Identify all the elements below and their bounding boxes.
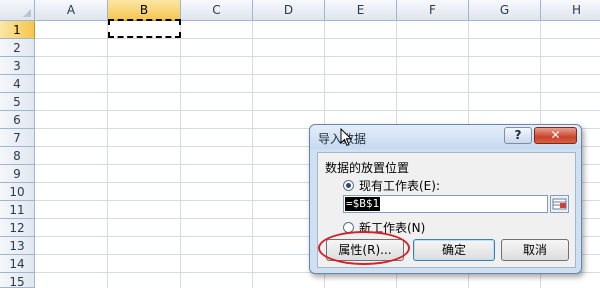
mouse-cursor-icon <box>340 128 352 147</box>
placement-group-label: 数据的放置位置 <box>325 161 410 175</box>
row-header-3[interactable]: 3 <box>0 57 35 75</box>
annotation-highlight-ellipse <box>318 231 410 265</box>
select-all-triangle-icon <box>23 9 31 17</box>
grid-line <box>35 74 600 75</box>
column-header-d[interactable]: D <box>253 0 325 21</box>
column-header-h[interactable]: H <box>541 0 600 21</box>
row-header-12[interactable]: 12 <box>0 219 35 237</box>
row-header-13[interactable]: 13 <box>0 237 35 255</box>
column-header-c[interactable]: C <box>181 0 253 21</box>
row-header-2[interactable]: 2 <box>0 39 35 57</box>
column-header-g[interactable]: G <box>469 0 541 21</box>
row-header-11[interactable]: 11 <box>0 201 35 219</box>
grid-line <box>35 56 600 57</box>
row-header-7[interactable]: 7 <box>0 129 35 147</box>
cancel-button[interactable]: 取消 <box>501 239 569 261</box>
row-header-10[interactable]: 10 <box>0 183 35 201</box>
row-header-15[interactable]: 15 <box>0 273 35 288</box>
close-button[interactable]: ✕ <box>534 127 577 144</box>
range-input-value: =$B$1 <box>345 197 381 211</box>
row-header-8[interactable]: 8 <box>0 147 35 165</box>
radio-existing-worksheet[interactable]: 现有工作表(E): <box>343 177 440 194</box>
radio-existing-label: 现有工作表(E): <box>359 179 440 193</box>
row-header-9[interactable]: 9 <box>0 165 35 183</box>
grid-line <box>35 38 600 39</box>
ok-button[interactable]: 确定 <box>413 239 495 261</box>
selected-cell-b1[interactable] <box>108 19 181 38</box>
column-header-f[interactable]: F <box>397 0 469 21</box>
grid-line <box>252 21 253 288</box>
column-header-a[interactable]: A <box>35 0 108 21</box>
grid-line <box>35 110 600 111</box>
range-input[interactable]: =$B$1 <box>343 195 548 213</box>
row-header-14[interactable]: 14 <box>0 255 35 273</box>
grid-line <box>107 21 108 288</box>
row-header-1[interactable]: 1 <box>0 21 35 39</box>
select-all-corner[interactable] <box>0 0 35 21</box>
grid-line <box>35 92 600 93</box>
column-header-b[interactable]: B <box>108 0 181 21</box>
collapse-dialog-button[interactable] <box>550 195 569 213</box>
column-header-e[interactable]: E <box>325 0 397 21</box>
row-header-6[interactable]: 6 <box>0 111 35 129</box>
radio-checked-icon[interactable] <box>343 180 354 191</box>
grid-line <box>180 21 181 288</box>
row-header-4[interactable]: 4 <box>0 75 35 93</box>
row-header-5[interactable]: 5 <box>0 93 35 111</box>
help-button[interactable]: ? <box>504 127 532 144</box>
range-select-icon <box>552 198 567 210</box>
dialog-content: 数据的放置位置 现有工作表(E): =$B$1 新工作表(N) 属性(R)...… <box>317 152 576 268</box>
